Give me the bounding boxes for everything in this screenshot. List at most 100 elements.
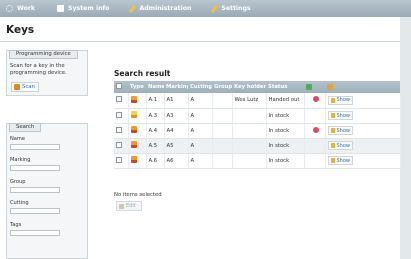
- show-icon: [330, 97, 335, 103]
- nav-work-label: Work: [17, 5, 36, 12]
- key-icon: [130, 156, 137, 163]
- show-button[interactable]: Show: [327, 95, 353, 105]
- col-actions-2: [325, 81, 400, 93]
- cell-marking: A1: [164, 93, 189, 109]
- cell-marking: A6: [164, 153, 189, 169]
- cell-name: A.5: [146, 138, 165, 154]
- no-selection-text: No items selected: [114, 192, 162, 198]
- edit-button[interactable]: Edit: [116, 201, 142, 211]
- wrench-icon: [129, 4, 137, 13]
- show-label: Show: [336, 142, 351, 149]
- row-checkbox[interactable]: [116, 141, 122, 148]
- cell-group: [212, 93, 233, 109]
- key-icon: [130, 126, 137, 133]
- cell-name: A.1: [146, 93, 165, 109]
- show-button[interactable]: Show: [327, 126, 353, 135]
- table-row[interactable]: A.1 A1 A Wes Lutz Handed out Show: [114, 93, 401, 109]
- system-icon: [57, 5, 65, 12]
- key-icon: [130, 141, 137, 148]
- show-label: Show: [336, 157, 351, 164]
- tags-label: Tags: [10, 222, 22, 228]
- col-type[interactable]: Type: [128, 81, 146, 93]
- col-actions-1: [304, 81, 325, 93]
- edit-icon: [119, 203, 124, 209]
- cell-holder: [232, 108, 267, 124]
- cell-cutting: A: [188, 93, 213, 109]
- col-group[interactable]: Group: [212, 81, 232, 93]
- top-nav: Work System info Administration Settings: [0, 0, 411, 17]
- scan-button-label: Scan: [22, 84, 35, 90]
- scan-button[interactable]: Scan: [11, 82, 39, 92]
- add-icon[interactable]: [306, 83, 312, 90]
- select-all-header[interactable]: [114, 81, 128, 93]
- col-marking[interactable]: Marking: [164, 81, 188, 93]
- row-checkbox[interactable]: [116, 111, 122, 118]
- cutting-input[interactable]: [10, 208, 60, 214]
- cell-name: A.4: [146, 123, 165, 139]
- nav-work[interactable]: Work: [6, 5, 35, 12]
- search-panel: Search Name Marking Group Cutting Tags: [6, 123, 88, 259]
- cell-status: In stock: [266, 138, 305, 154]
- table-row[interactable]: A.4 A4 A In stock Show: [114, 123, 401, 139]
- page-title: Keys: [6, 24, 35, 36]
- show-label: Show: [336, 112, 351, 119]
- nav-system-info-label: System info: [68, 5, 110, 12]
- cell-group: [212, 153, 233, 169]
- cell-status: In stock: [266, 108, 305, 124]
- nav-administration-label: Administration: [139, 5, 192, 12]
- table-row[interactable]: A.5 A5 A In stock Show: [114, 138, 401, 154]
- programming-device-tab: Programming device: [9, 50, 78, 59]
- cell-group: [212, 123, 233, 139]
- results-table: Type Name Marking Cutting Group Key hold…: [114, 81, 401, 169]
- edit-button-label: Edit: [126, 203, 136, 209]
- row-checkbox[interactable]: [116, 126, 122, 133]
- show-button[interactable]: Show: [327, 111, 353, 120]
- search-result-title: Search result: [114, 69, 171, 78]
- nav-settings-label: Settings: [221, 5, 251, 12]
- gear-icon: [6, 5, 13, 12]
- cell-status: In stock: [266, 153, 305, 169]
- cell-holder: [232, 138, 267, 154]
- col-status[interactable]: Status: [266, 81, 304, 93]
- tags-input[interactable]: [10, 230, 60, 236]
- name-input[interactable]: [10, 144, 60, 150]
- nav-administration[interactable]: Administration: [129, 4, 192, 13]
- col-name[interactable]: Name: [146, 81, 164, 93]
- wrench-icon: [211, 4, 219, 13]
- row-checkbox[interactable]: [116, 96, 122, 103]
- cutting-label: Cutting: [10, 200, 29, 206]
- col-key-holder[interactable]: Key holder: [232, 81, 266, 93]
- group-label: Group: [10, 179, 26, 185]
- cell-marking: A5: [164, 138, 189, 154]
- cell-cutting: A: [188, 153, 213, 169]
- cell-status: In stock: [266, 123, 305, 139]
- row-checkbox[interactable]: [116, 156, 122, 163]
- pencil-icon[interactable]: [327, 83, 333, 90]
- nav-system-info[interactable]: System info: [57, 5, 109, 12]
- show-label: Show: [336, 127, 351, 134]
- select-all-checkbox[interactable]: [116, 83, 122, 89]
- key-icon: [130, 95, 137, 103]
- cell-holder: [232, 153, 267, 169]
- key-icon: [130, 111, 137, 118]
- group-input[interactable]: [10, 187, 60, 193]
- show-button[interactable]: Show: [327, 141, 353, 150]
- cell-cutting: A: [188, 138, 213, 154]
- show-icon: [330, 113, 335, 118]
- col-cutting[interactable]: Cutting: [188, 81, 212, 93]
- name-label: Name: [10, 136, 26, 142]
- marking-input[interactable]: [10, 165, 60, 171]
- table-row[interactable]: A.6 A6 A In stock Show: [114, 153, 401, 169]
- show-button[interactable]: Show: [327, 156, 353, 165]
- cell-name: A.6: [146, 153, 165, 169]
- cell-cutting: A: [188, 108, 213, 124]
- cell-group: [212, 138, 233, 154]
- cell-status: Handed out: [266, 93, 305, 109]
- nav-settings[interactable]: Settings: [211, 4, 251, 13]
- table-row[interactable]: A.3 A3 A In stock Show: [114, 108, 401, 124]
- delete-icon[interactable]: [312, 126, 319, 133]
- delete-icon[interactable]: [312, 96, 319, 103]
- cell-group: [212, 108, 233, 124]
- cell-name: A.3: [146, 108, 165, 124]
- show-icon: [330, 143, 335, 148]
